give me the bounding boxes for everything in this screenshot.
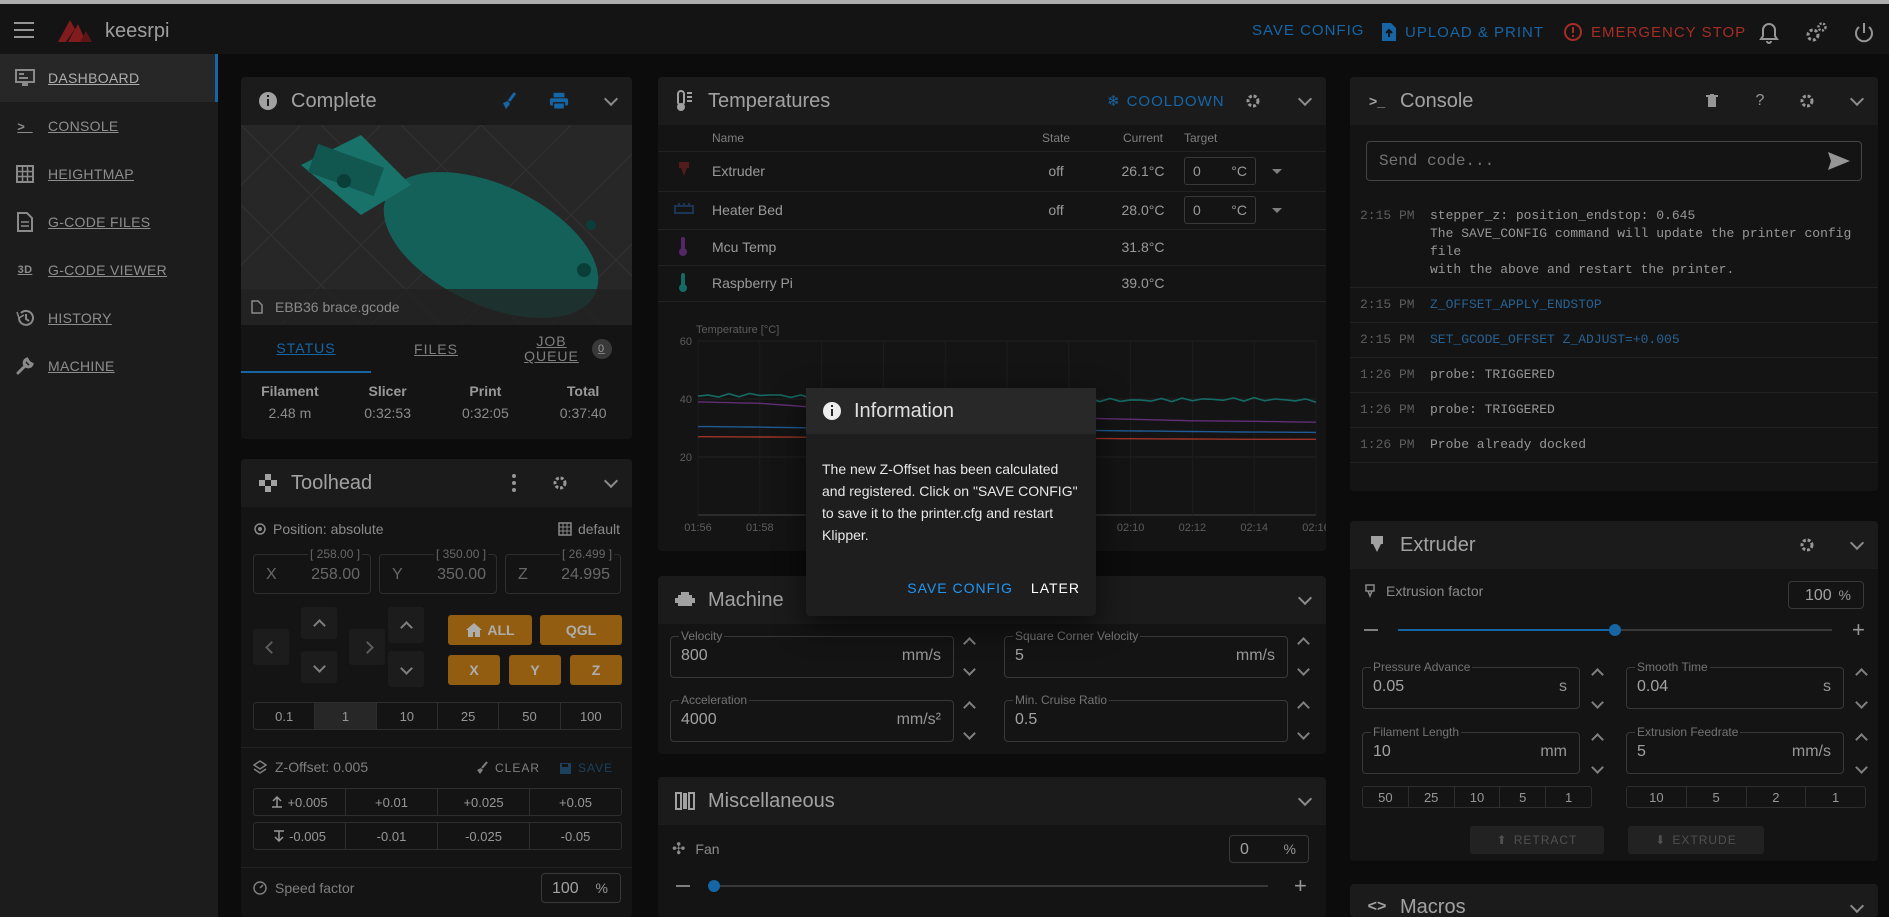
information-icon [823,402,841,420]
dialog-later-button[interactable]: LATER [1031,580,1080,596]
dialog-message: The new Z-Offset has been calculated and… [822,461,1078,543]
dialog-header: Information [806,388,1096,434]
information-dialog: Information The new Z-Offset has been ca… [806,388,1096,616]
dialog-title: Information [854,399,955,422]
dialog-save-config-button[interactable]: SAVE CONFIG [907,580,1013,596]
dialog-actions: SAVE CONFIG LATER [907,580,1080,596]
